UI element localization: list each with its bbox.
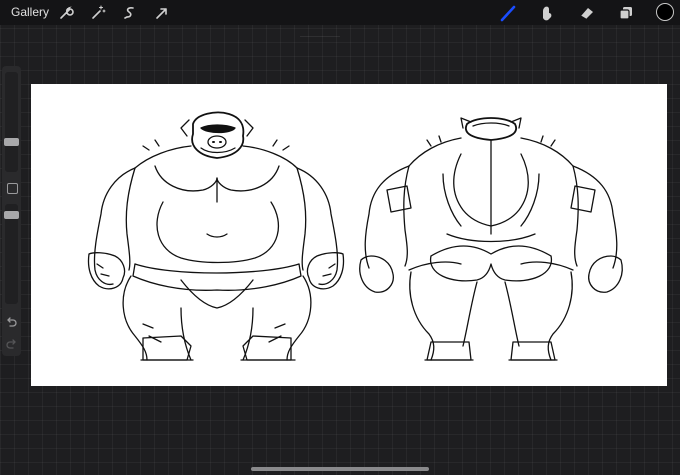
drawing-canvas[interactable] [31,84,667,386]
character-front-view [87,111,345,361]
wrench-icon[interactable] [56,3,76,23]
brush-icon[interactable] [498,3,518,23]
selection-icon[interactable] [120,3,140,23]
brush-size-handle[interactable] [4,138,19,146]
top-toolbar: Gallery [0,0,680,25]
brush-opacity-slider[interactable] [4,204,19,304]
brush-size-slider[interactable] [4,72,19,172]
gallery-button[interactable]: Gallery [11,5,49,19]
undo-icon[interactable] [5,316,18,329]
brush-opacity-handle[interactable] [4,211,19,219]
eraser-icon[interactable] [577,3,597,23]
divider [300,36,340,37]
character-back-view [359,117,623,361]
transform-arrow-icon[interactable] [152,3,172,23]
layers-icon[interactable] [616,3,636,23]
smudge-icon[interactable] [537,3,557,23]
left-sidebar [2,66,21,356]
magic-wand-icon[interactable] [88,3,108,23]
home-indicator[interactable] [251,467,429,471]
line-art [87,111,623,361]
modify-button[interactable] [7,183,18,194]
color-picker-button[interactable] [656,3,674,21]
redo-icon[interactable] [5,338,18,351]
